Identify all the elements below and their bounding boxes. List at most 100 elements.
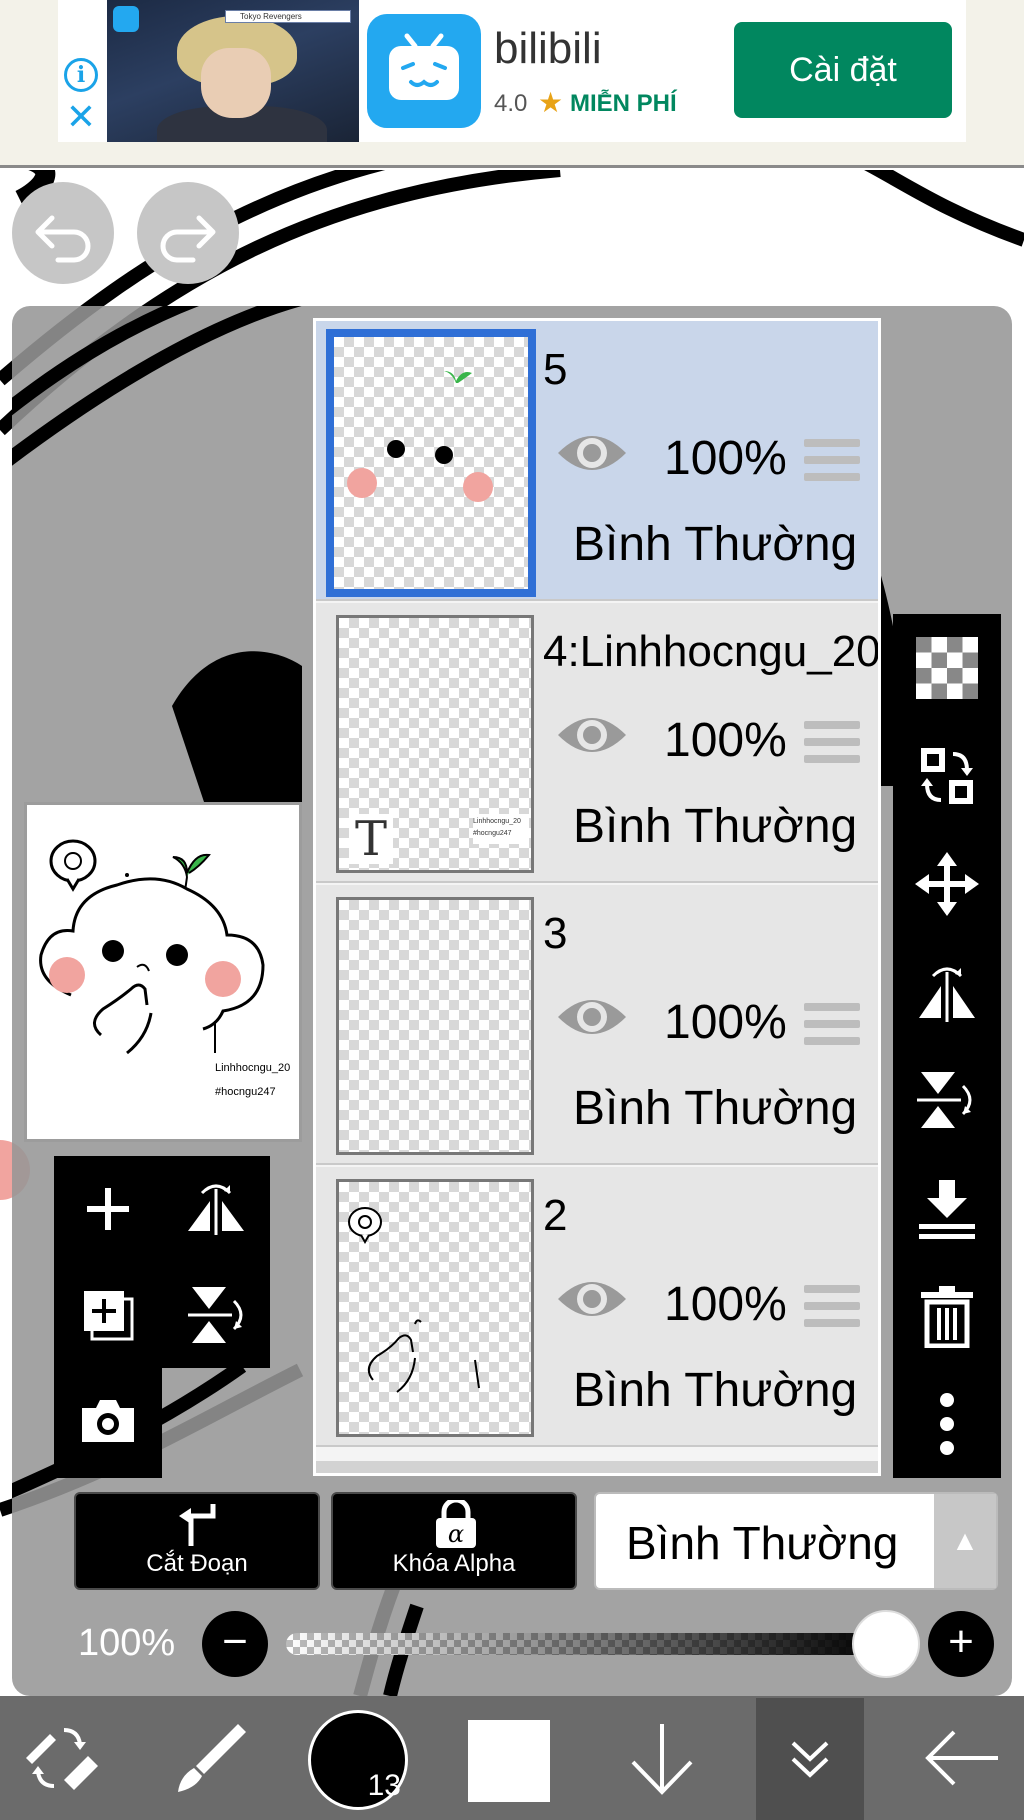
flip-layer-horizontal-button[interactable]	[162, 1156, 270, 1262]
duplicate-layer-icon	[84, 1291, 134, 1341]
back-arrow-icon	[925, 1730, 998, 1786]
visibility-eye-icon[interactable]	[554, 1273, 630, 1325]
alpha-lock-button[interactable]: α Khóa Alpha	[331, 1492, 577, 1590]
layers-collapse-icon	[791, 1741, 829, 1778]
ad-thumbnail[interactable]: Tokyo Revengers	[107, 0, 359, 142]
move-icon	[915, 852, 979, 916]
close-icon[interactable]: ✕	[64, 99, 98, 135]
drag-handle-icon[interactable]	[804, 1285, 860, 1336]
layer-name: 5	[543, 345, 568, 394]
layer-name: 4:Linhhocngu_20	[543, 627, 881, 676]
transparency-icon	[916, 637, 978, 699]
layer-tools-left-bottom	[54, 1368, 162, 1478]
transparency-button[interactable]	[893, 614, 1001, 722]
svg-text:α: α	[448, 1520, 464, 1548]
more-vertical-icon	[940, 1393, 954, 1455]
move-button[interactable]	[893, 830, 1001, 938]
clipping-label: Cắt Đoạn	[146, 1550, 248, 1577]
brush-tool-button[interactable]	[162, 1696, 254, 1820]
preview-caption-1: Linhhocngu_20	[215, 1062, 290, 1074]
flip-layer-vertical-button[interactable]	[162, 1262, 270, 1368]
move-down-button[interactable]	[616, 1696, 708, 1820]
opacity-increase-button[interactable]: +	[928, 1611, 994, 1677]
install-button[interactable]: Cài đặt	[734, 22, 952, 118]
layer-tools-left	[54, 1156, 270, 1368]
layer-name: 3	[543, 909, 568, 958]
drag-handle-icon[interactable]	[804, 721, 860, 772]
undo-button[interactable]	[12, 182, 114, 284]
drag-handle-icon[interactable]	[804, 1003, 860, 1054]
lock-alpha-icon: α	[436, 1500, 476, 1548]
swap-layer-icon	[921, 748, 973, 804]
delete-layer-button[interactable]	[893, 1262, 1001, 1370]
visibility-eye-icon[interactable]	[554, 709, 630, 761]
swap-layer-button[interactable]	[893, 722, 1001, 830]
layer-row[interactable]: 3 100% Bình Thường	[316, 885, 878, 1165]
layer-blend-mode: Bình Thường	[573, 518, 858, 571]
layer-thumbnail[interactable]	[336, 897, 534, 1155]
layer-blend-mode: Bình Thường	[573, 1364, 858, 1417]
flip-vertical-button[interactable]	[893, 1046, 1001, 1154]
layer-opacity: 100%	[664, 996, 787, 1049]
add-layer-button[interactable]	[54, 1156, 162, 1262]
text-layer-icon: T	[349, 814, 393, 864]
layer-blend-mode: Bình Thường	[573, 800, 858, 853]
merge-down-icon	[919, 1180, 975, 1239]
opacity-slider-thumb[interactable]	[852, 1610, 920, 1678]
preview-caption-2: #hocngu247	[215, 1086, 276, 1098]
chevron-up-icon[interactable]: ▲	[934, 1494, 996, 1588]
more-options-button[interactable]	[893, 1370, 1001, 1478]
camera-button[interactable]	[54, 1368, 162, 1474]
ad-rating: 4.0	[494, 90, 528, 117]
layers-toggle-button[interactable]	[756, 1696, 864, 1820]
duplicate-layer-button[interactable]	[54, 1262, 162, 1368]
flip-layer-vertical-icon	[188, 1287, 243, 1343]
visibility-eye-icon[interactable]	[554, 991, 630, 1043]
flip-layer-horizontal-icon	[188, 1184, 244, 1235]
layer-thumbnail[interactable]	[326, 329, 536, 597]
layer-row[interactable]: 2 100% Bình Thường	[316, 1167, 878, 1447]
brush-icon	[178, 1724, 246, 1792]
ad-app-name[interactable]: bilibili	[494, 24, 602, 74]
ad-thumbnail-search: Tokyo Revengers	[225, 10, 351, 23]
layer-thumbnail[interactable]: T Linhhocngu_20 #hocngu247	[336, 615, 534, 873]
layer-list[interactable]: 5 100% Bình Thường T Linhhocngu_20 #hocng…	[313, 318, 881, 1476]
layer-opacity: 100%	[664, 1278, 787, 1331]
layer-thumbnail[interactable]	[336, 1179, 534, 1437]
add-layer-icon	[87, 1188, 129, 1230]
brush-size-indicator[interactable]: 13	[308, 1710, 408, 1810]
flip-horizontal-icon	[919, 967, 975, 1022]
layer-blend-mode: Bình Thường	[573, 1082, 858, 1135]
back-button[interactable]	[912, 1696, 1012, 1820]
info-icon[interactable]: i	[64, 58, 98, 92]
layer-thumbnail-text: Linhhocngu_20 #hocngu247	[473, 814, 529, 844]
layer-opacity: 100%	[664, 432, 787, 485]
redo-icon	[160, 215, 216, 263]
color-swatch[interactable]	[468, 1720, 550, 1802]
opacity-decrease-button[interactable]: −	[202, 1611, 268, 1677]
transform-tool-button[interactable]	[14, 1696, 106, 1820]
canvas-preview[interactable]: Linhhocngu_20 #hocngu247	[24, 802, 302, 1142]
bilibili-logo-icon[interactable]	[367, 14, 481, 128]
blend-mode-value: Bình Thường	[626, 1517, 899, 1569]
redo-button[interactable]	[137, 182, 239, 284]
layer-row[interactable]: 5 100% Bình Thường	[316, 321, 878, 601]
layer-row-partial[interactable]	[316, 1461, 878, 1473]
flip-horizontal-button[interactable]	[893, 938, 1001, 1046]
opacity-slider-track[interactable]	[286, 1633, 886, 1655]
merge-down-button[interactable]	[893, 1154, 1001, 1262]
transform-tool-icon	[26, 1728, 98, 1790]
arrow-down-icon	[631, 1724, 693, 1795]
star-icon: ★	[538, 87, 564, 118]
flip-vertical-icon	[917, 1072, 972, 1128]
layer-name: 2	[543, 1191, 568, 1240]
alpha-lock-label: Khóa Alpha	[392, 1550, 516, 1577]
opacity-label: 100%	[78, 1622, 176, 1664]
layer-row[interactable]: T Linhhocngu_20 #hocngu247 4:Linhhocngu_2…	[316, 603, 878, 883]
clipping-button[interactable]: Cắt Đoạn	[74, 1492, 320, 1590]
layer-opacity: 100%	[664, 714, 787, 767]
drag-handle-icon[interactable]	[804, 439, 860, 490]
visibility-eye-icon[interactable]	[554, 427, 630, 479]
blend-mode-select[interactable]: Bình Thường ▲	[594, 1492, 998, 1590]
layer-tools-right	[893, 614, 1001, 1478]
